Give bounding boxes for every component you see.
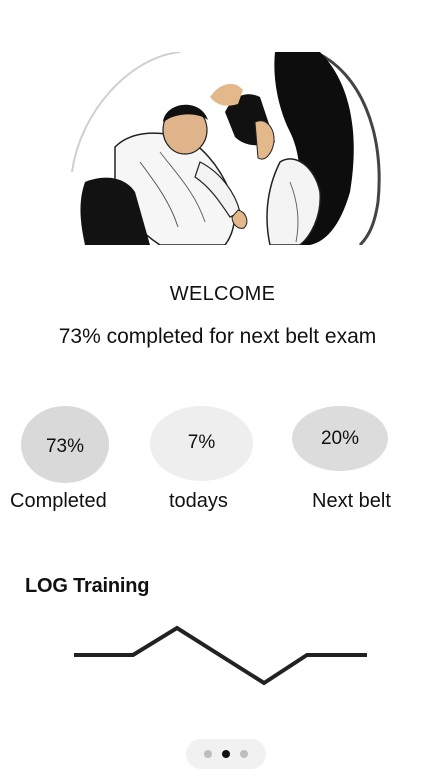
completed-stat-label: Completed [10,490,107,512]
judo-illustration-graphic [71,52,381,245]
page-dot-2-active[interactable] [222,750,230,758]
completed-stat-value: 73% [45,436,85,457]
welcome-title: WELCOME [169,283,276,305]
training-trend-polyline [74,625,367,686]
completed-stat-bubble[interactable]: 73% [21,406,109,483]
next-belt-stat-bubble[interactable]: 20% [292,406,388,471]
hero-judo-illustration [60,52,385,245]
training-trend-line[interactable] [0,600,445,710]
todays-stat-bubble[interactable]: 7% [150,406,253,481]
page-dot-1[interactable] [204,750,212,758]
log-training-title: LOG Training [25,575,150,597]
page-dot-3[interactable] [240,750,248,758]
next-belt-stat-value: 20% [320,427,360,449]
belt-progress-subtitle: 73% completed for next belt exam [58,325,377,348]
page-indicator[interactable] [186,739,266,769]
todays-stat-label: todays [169,490,228,512]
next-belt-stat-label: Next belt [312,490,391,512]
todays-stat-value: 7% [187,431,216,453]
